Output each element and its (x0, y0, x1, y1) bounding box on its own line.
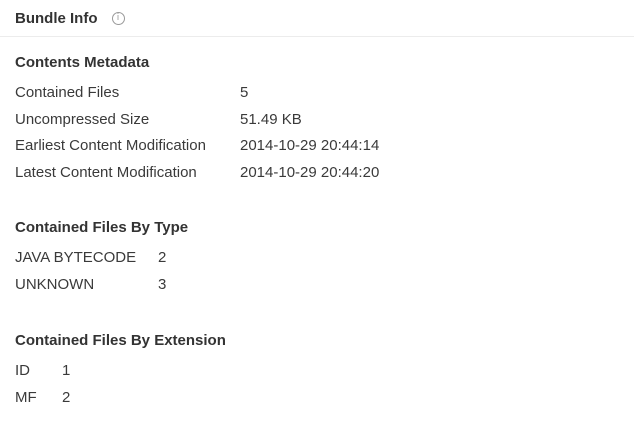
type-label: UNKNOWN (15, 275, 95, 293)
files-by-type-section: Contained Files By Type JAVA BYTECODE 2 … (0, 218, 188, 298)
files-by-extension-section: Contained Files By Extension ID 1 MF 2 (0, 331, 226, 411)
extension-label: ID (15, 362, 30, 379)
metadata-value: 51.49 KB (240, 110, 302, 128)
info-icon[interactable]: i (111, 11, 125, 25)
metadata-value: 2014-10-29 20:44:20 (240, 163, 380, 181)
metadata-label: Uncompressed Size (15, 110, 150, 128)
section-title-files-by-extension: Contained Files By Extension (15, 332, 226, 349)
section-title-contents-metadata: Contents Metadata (15, 54, 150, 71)
type-row: JAVA BYTECODE 2 (15, 245, 188, 272)
type-row: UNKNOWN 3 (15, 272, 188, 299)
section-title-files-by-type: Contained Files By Type (15, 219, 189, 236)
metadata-label: Contained Files (15, 84, 120, 101)
type-label: JAVA BYTECODE (15, 249, 137, 266)
type-count: 2 (158, 249, 167, 266)
bundle-info-header: Bundle Info i (0, 0, 634, 37)
metadata-value: 5 (240, 84, 249, 101)
extension-count: 1 (62, 362, 71, 379)
extension-row: ID 1 (15, 358, 226, 385)
page-title: Bundle Info (15, 9, 98, 27)
extension-count: 2 (62, 388, 71, 406)
metadata-row: Earliest Content Modification 2014-10-29… (15, 133, 379, 160)
metadata-row: Latest Content Modification 2014-10-29 2… (15, 160, 379, 187)
metadata-row: Uncompressed Size 51.49 KB (15, 107, 379, 134)
type-count: 3 (158, 275, 167, 293)
contents-metadata-section: Contents Metadata Contained Files 5 Unco… (0, 53, 379, 186)
extension-row: MF 2 (15, 385, 226, 412)
metadata-row: Contained Files 5 (15, 80, 379, 107)
metadata-label: Earliest Content Modification (15, 137, 206, 154)
metadata-value: 2014-10-29 20:44:14 (240, 137, 380, 154)
metadata-label: Latest Content Modification (15, 163, 197, 181)
extension-label: MF (15, 388, 37, 406)
